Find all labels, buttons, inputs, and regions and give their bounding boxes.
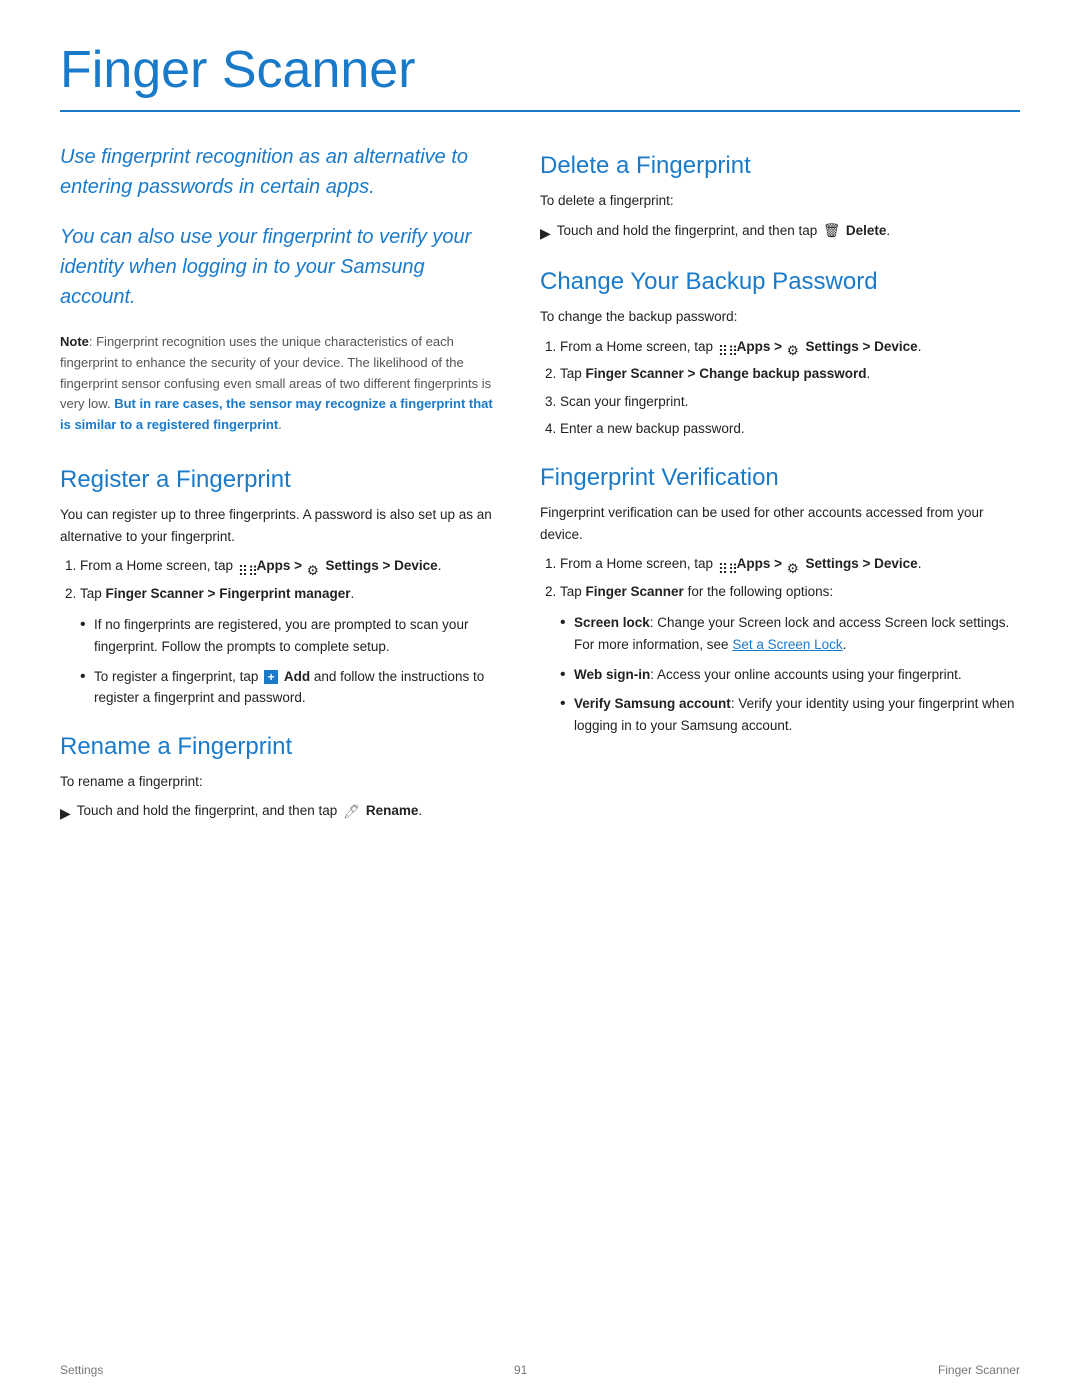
delete-intro: To delete a fingerprint:	[540, 190, 1020, 212]
footer-left: Settings	[60, 1363, 103, 1377]
rename-heading: Rename a Fingerprint	[60, 733, 500, 761]
screen-lock-link[interactable]: Set a Screen Lock	[732, 637, 842, 652]
fingerprint-verification-section: Fingerprint Verification Fingerprint ver…	[540, 464, 1020, 736]
note-end: .	[278, 417, 282, 432]
apps-icon-3: ⠿	[718, 558, 732, 572]
footer-right: Finger Scanner	[938, 1363, 1020, 1377]
delete-heading: Delete a Fingerprint	[540, 152, 1020, 180]
register-bullet-2: To register a fingerprint, tap + Add and…	[80, 666, 500, 709]
note-label: Note	[60, 334, 89, 349]
arrow-right-icon: ▶	[540, 222, 551, 244]
apps-icon: ⠿	[238, 560, 252, 574]
apps-icon-2: ⠿	[718, 340, 732, 354]
delete-section: Delete a Fingerprint To delete a fingerp…	[540, 152, 1020, 244]
fingerprint-option-screen-lock: Screen lock: Change your Screen lock and…	[560, 612, 1020, 655]
footer-center: 91	[514, 1363, 527, 1377]
rename-section: Rename a Fingerprint To rename a fingerp…	[60, 733, 500, 825]
intro-text-2: You can also use your fingerprint to ver…	[60, 222, 500, 312]
change-intro: To change the backup password:	[540, 306, 1020, 328]
gear-icon-2: ⚙	[787, 340, 801, 354]
note-paragraph: Note: Fingerprint recognition uses the u…	[60, 332, 500, 436]
gear-icon: ⚙	[307, 560, 321, 574]
change-step-1: From a Home screen, tap ⠿ Apps > ⚙ Setti…	[560, 336, 1020, 358]
rename-arrow-text: Touch and hold the fingerprint, and then…	[77, 800, 422, 822]
plus-icon: +	[264, 670, 278, 684]
fingerprint-step-1: From a Home screen, tap ⠿ Apps > ⚙ Setti…	[560, 553, 1020, 575]
left-column: Use fingerprint recognition as an altern…	[60, 142, 500, 849]
register-bullet-1: If no fingerprints are registered, you a…	[80, 614, 500, 657]
register-intro: You can register up to three fingerprint…	[60, 504, 500, 547]
change-step-4: Enter a new backup password.	[560, 418, 1020, 440]
gear-icon-3: ⚙	[787, 558, 801, 572]
delete-arrow-text: Touch and hold the fingerprint, and then…	[557, 220, 890, 242]
delete-arrow-item: ▶ Touch and hold the fingerprint, and th…	[540, 220, 1020, 244]
change-steps-list: From a Home screen, tap ⠿ Apps > ⚙ Setti…	[560, 336, 1020, 440]
trash-icon: 🗑	[823, 220, 840, 242]
pencil-icon: 🖊	[343, 801, 360, 823]
fingerprint-step-2: Tap Finger Scanner for the following opt…	[560, 581, 1020, 603]
change-heading: Change Your Backup Password	[540, 268, 1020, 296]
register-steps-list: From a Home screen, tap ⠿ Apps > ⚙ Setti…	[80, 555, 500, 604]
intro-text-1: Use fingerprint recognition as an altern…	[60, 142, 500, 202]
change-step-2: Tap Finger Scanner > Change backup passw…	[560, 363, 1020, 385]
fingerprint-options-list: Screen lock: Change your Screen lock and…	[560, 612, 1020, 736]
rename-arrow-item: ▶ Touch and hold the fingerprint, and th…	[60, 800, 500, 824]
register-sub-bullets: If no fingerprints are registered, you a…	[80, 614, 500, 708]
note-bold-blue: But in rare cases, the sensor may recogn…	[60, 396, 493, 432]
fingerprint-heading: Fingerprint Verification	[540, 464, 1020, 492]
fingerprint-option-verify-samsung: Verify Samsung account: Verify your iden…	[560, 693, 1020, 736]
arrow-icon: ▶	[60, 802, 71, 824]
fingerprint-steps-list: From a Home screen, tap ⠿ Apps > ⚙ Setti…	[560, 553, 1020, 602]
change-password-section: Change Your Backup Password To change th…	[540, 268, 1020, 440]
fingerprint-option-web-signin: Web sign-in: Access your online accounts…	[560, 664, 1020, 686]
page-title: Finger Scanner	[60, 40, 1020, 112]
right-column: Delete a Fingerprint To delete a fingerp…	[540, 142, 1020, 849]
register-step-1: From a Home screen, tap ⠿ Apps > ⚙ Setti…	[80, 555, 500, 577]
change-step-3: Scan your fingerprint.	[560, 391, 1020, 413]
footer: Settings 91 Finger Scanner	[60, 1363, 1020, 1377]
register-step-2: Tap Finger Scanner > Fingerprint manager…	[80, 583, 500, 605]
fingerprint-intro: Fingerprint verification can be used for…	[540, 502, 1020, 545]
register-heading: Register a Fingerprint	[60, 466, 500, 494]
register-section: Register a Fingerprint You can register …	[60, 466, 500, 709]
rename-intro: To rename a fingerprint:	[60, 771, 500, 793]
